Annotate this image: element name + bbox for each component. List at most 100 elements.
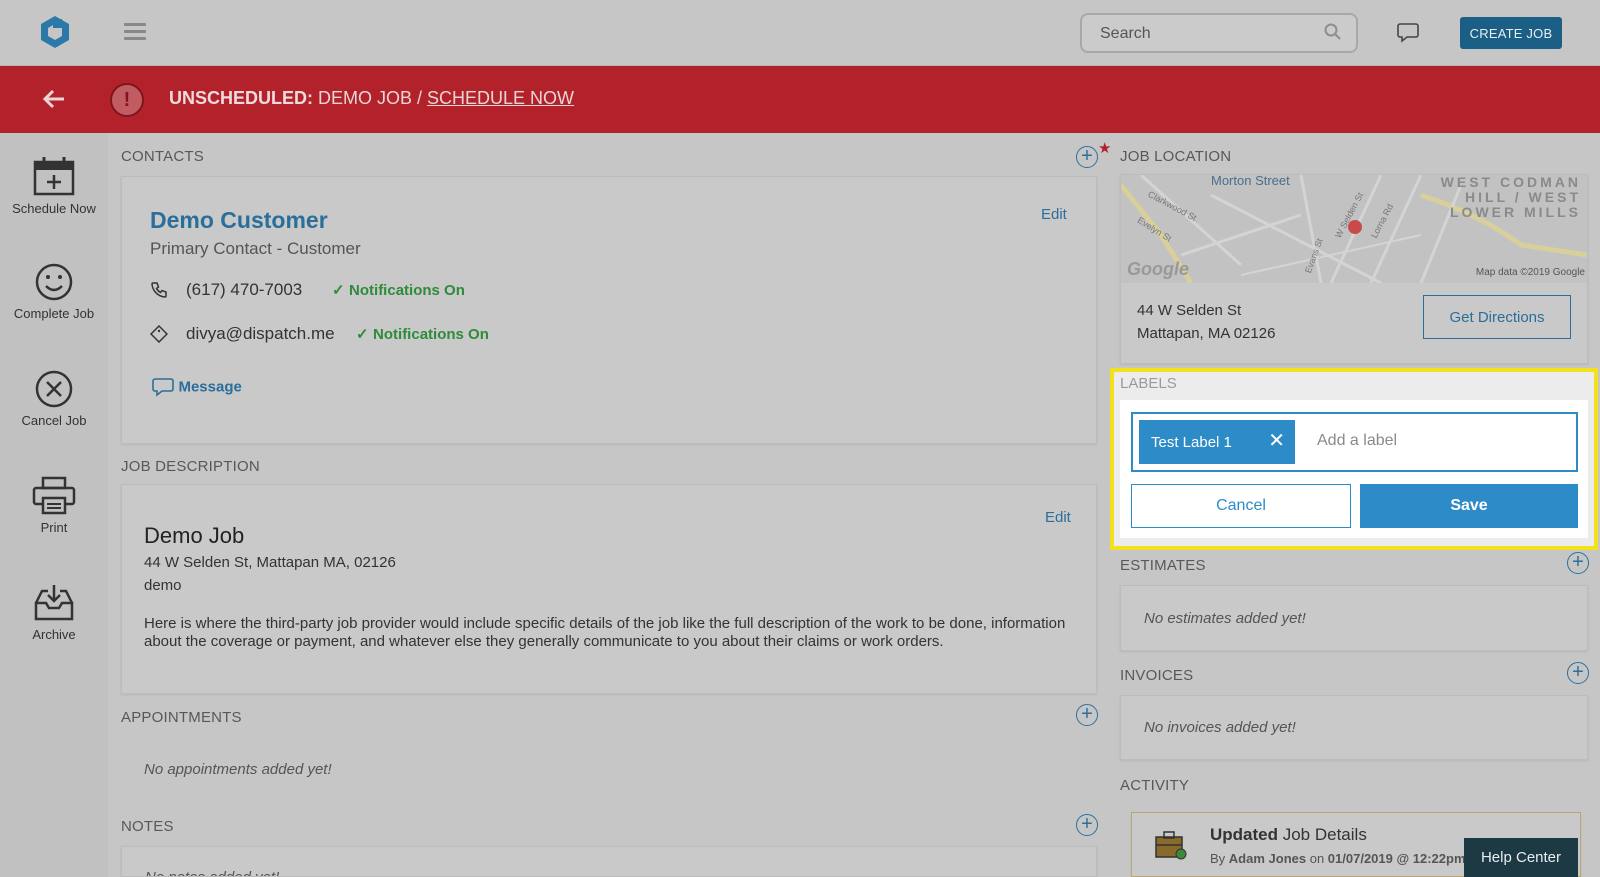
edit-contact-button[interactable]: Edit <box>1041 206 1067 223</box>
map-area-line: LOWER MILLS <box>1450 204 1581 220</box>
activity-title-rest: Job Details <box>1278 825 1367 844</box>
email-notifications-status[interactable]: ✓ Notifications On <box>356 325 489 344</box>
phone-icon <box>150 281 168 304</box>
printer-icon <box>32 476 76 515</box>
contact-role: Primary Contact - Customer <box>150 239 361 258</box>
contacts-heading: CONTACTS <box>121 148 204 165</box>
sidebar-item-label: Cancel Job <box>21 413 87 428</box>
map-area-label: WEST CODMAN HILL / WEST LOWER MILLS <box>1441 175 1581 220</box>
activity-title-bold: Updated <box>1210 825 1278 844</box>
briefcase-icon <box>1154 829 1188 866</box>
sidebar-item-label: Schedule Now <box>12 201 96 216</box>
message-label: Message <box>178 378 242 396</box>
sidebar-item-archive[interactable]: Archive <box>0 583 108 642</box>
estimates-card: No estimates added yet! <box>1120 585 1588 651</box>
search-icon <box>1324 23 1342 46</box>
sidebar-item-label: Archive <box>32 627 76 642</box>
hamburger-menu-icon[interactable] <box>124 23 146 41</box>
job-location-card: Morton Street Clarkwood St Evelyn St W S… <box>1120 174 1588 364</box>
add-estimate-icon[interactable]: + <box>1567 552 1589 574</box>
contact-phone[interactable]: (617) 470-7003 <box>186 280 302 300</box>
notes-card: No notes added yet! <box>121 846 1097 877</box>
activity-meta: By Adam Jones on 01/07/2019 @ 12:22pm <box>1210 851 1466 866</box>
message-button[interactable]: Message <box>152 377 242 397</box>
activity-heading: ACTIVITY <box>1120 777 1190 794</box>
banner-text: UNSCHEDULED: DEMO JOB / SCHEDULE NOW <box>169 88 574 109</box>
sidebar-item-cancel-job[interactable]: Cancel Job <box>0 369 108 428</box>
email-tag-icon <box>149 324 169 348</box>
job-description-card: Edit Demo Job 44 W Selden St, Mattapan M… <box>121 484 1097 694</box>
archive-tray-icon <box>34 585 74 621</box>
location-address-line1: 44 W Selden St <box>1137 302 1242 319</box>
map-street-label: Morton Street <box>1211 175 1290 188</box>
add-contact-icon[interactable]: + <box>1076 146 1098 168</box>
search-placeholder: Search <box>1100 25 1151 42</box>
sidebar-item-schedule-now[interactable]: Schedule Now <box>0 155 108 216</box>
check-icon: ✓ <box>332 282 345 299</box>
estimates-empty: No estimates added yet! <box>1144 610 1306 627</box>
contact-email[interactable]: divya@dispatch.me <box>186 324 335 344</box>
activity-on: on <box>1306 851 1328 866</box>
add-note-icon[interactable]: + <box>1076 814 1098 836</box>
cancel-button[interactable]: Cancel <box>1131 484 1351 528</box>
contact-card: Demo Customer Primary Contact - Customer… <box>121 176 1097 444</box>
sidebar-item-print[interactable]: Print <box>0 476 108 535</box>
location-address-line2: Mattapan, MA 02126 <box>1137 325 1276 342</box>
job-body: Here is where the third-party job provid… <box>144 615 1066 650</box>
search-input[interactable]: Search <box>1080 13 1358 53</box>
alert-icon: ! <box>110 83 144 117</box>
sidebar-item-label: Print <box>40 520 68 535</box>
star-icon: ★ <box>1098 140 1112 157</box>
activity-title: Updated Job Details <box>1210 825 1367 845</box>
phone-notifications-status[interactable]: ✓ Notifications On <box>332 281 465 300</box>
activity-by-prefix: By <box>1210 851 1229 866</box>
banner-job: DEMO JOB / <box>313 88 428 108</box>
job-location-heading: JOB LOCATION <box>1120 148 1232 165</box>
schedule-now-link[interactable]: SCHEDULE NOW <box>427 88 574 108</box>
check-icon: ✓ <box>356 326 369 343</box>
notes-heading: NOTES <box>121 818 174 835</box>
label-chip[interactable]: Test Label 1 ✕ <box>1139 420 1295 464</box>
top-bar: Search CREATE JOB <box>0 0 1600 66</box>
notifications-label: Notifications On <box>349 282 465 299</box>
help-center-button[interactable]: Help Center <box>1464 838 1578 877</box>
calendar-plus-icon <box>33 157 75 196</box>
job-tag: demo <box>144 577 182 594</box>
estimates-heading: ESTIMATES <box>1120 557 1206 574</box>
sidebar-item-label: Complete Job <box>13 306 95 321</box>
job-address: 44 W Selden St, Mattapan MA, 02126 <box>144 554 396 571</box>
edit-job-description-button[interactable]: Edit <box>1045 509 1071 526</box>
map-area-line: WEST CODMAN <box>1440 175 1581 190</box>
add-invoice-icon[interactable]: + <box>1567 662 1589 684</box>
status-banner: ! UNSCHEDULED: DEMO JOB / SCHEDULE NOW <box>0 66 1600 133</box>
label-chip-text: Test Label 1 <box>1151 433 1232 451</box>
job-description-heading: JOB DESCRIPTION <box>121 458 260 475</box>
invoices-card: No invoices added yet! <box>1120 695 1588 760</box>
sidebar-item-complete-job[interactable]: Complete Job <box>0 262 108 321</box>
labels-heading: LABELS <box>1120 375 1177 392</box>
message-icon <box>152 378 174 397</box>
remove-label-icon[interactable]: ✕ <box>1268 431 1285 451</box>
appointments-heading: APPOINTMENTS <box>121 709 242 726</box>
notifications-label: Notifications On <box>373 326 489 343</box>
get-directions-button[interactable]: Get Directions <box>1423 295 1571 339</box>
app-logo-icon[interactable] <box>38 14 72 50</box>
create-job-button[interactable]: CREATE JOB <box>1460 17 1562 49</box>
activity-timestamp: 01/07/2019 @ 12:22pm <box>1327 851 1466 866</box>
smiley-icon <box>35 263 73 301</box>
invoices-empty: No invoices added yet! <box>1144 719 1296 736</box>
map[interactable]: Morton Street Clarkwood St Evelyn St W S… <box>1121 175 1587 283</box>
back-arrow-icon[interactable] <box>42 88 66 115</box>
notes-empty: No notes added yet! <box>145 869 279 876</box>
cancel-circle-icon <box>35 370 73 408</box>
job-title: Demo Job <box>144 523 245 548</box>
contact-name[interactable]: Demo Customer <box>150 207 328 234</box>
add-appointment-icon[interactable]: + <box>1076 704 1098 726</box>
add-label-placeholder[interactable]: Add a label <box>1317 432 1397 450</box>
map-credit: Map data ©2019 Google <box>1475 267 1585 278</box>
save-button[interactable]: Save <box>1360 484 1578 528</box>
activity-user: Adam Jones <box>1228 851 1307 866</box>
invoices-heading: INVOICES <box>1120 667 1194 684</box>
chat-icon[interactable] <box>1396 20 1420 49</box>
map-area-line: HILL / WEST <box>1465 189 1581 205</box>
